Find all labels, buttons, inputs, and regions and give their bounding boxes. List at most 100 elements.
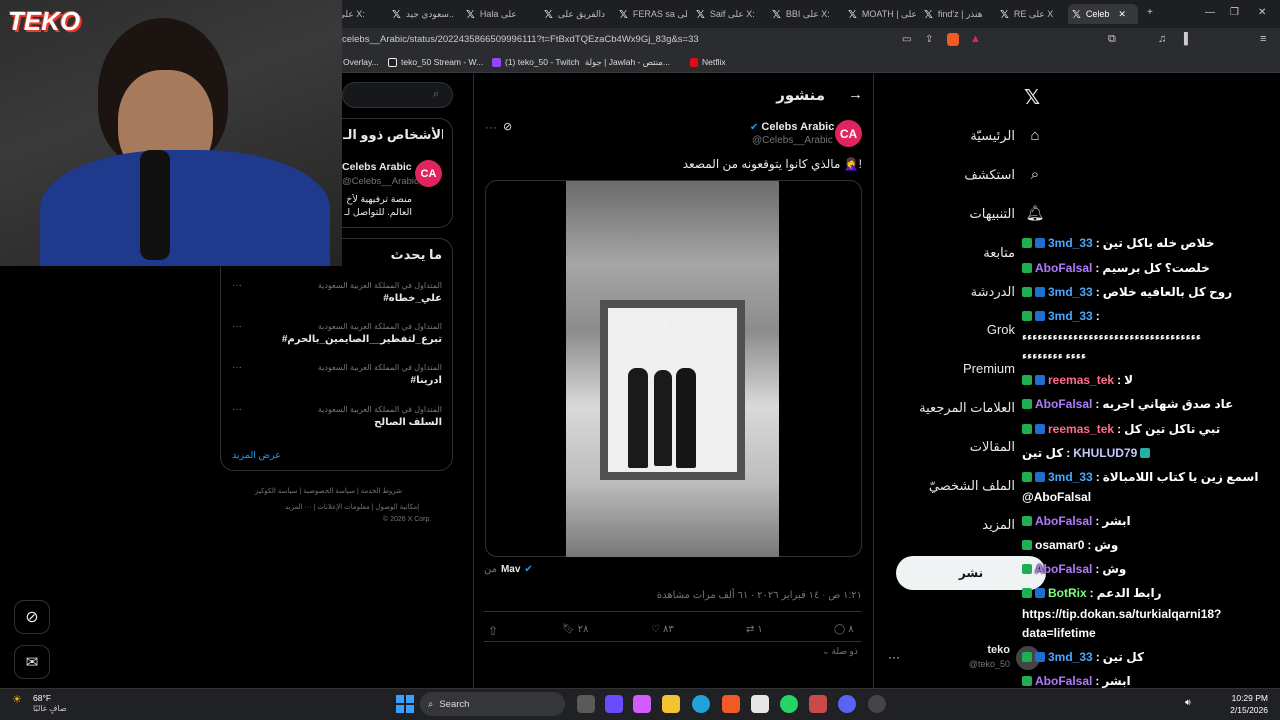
x-logo-icon[interactable]: 𝕏 xyxy=(1024,85,1040,110)
browser-tab[interactable]: 𝕏FERAS sa على xyxy=(615,4,687,24)
app-icon[interactable] xyxy=(605,695,623,713)
copilot-icon[interactable] xyxy=(633,695,651,713)
footer-links[interactable]: إمكانية الوصول | معلومات الإعلانات | ···… xyxy=(285,503,419,511)
trend-category: المتداول في المملكة العربية السعودية xyxy=(317,281,442,290)
trend-tag[interactable]: #ادرينا xyxy=(411,375,442,386)
whatsapp-icon[interactable] xyxy=(780,695,798,713)
footer-links[interactable]: شروط الخدمة | سياسة الخصوصية | سياسة الك… xyxy=(255,487,402,495)
author-handle[interactable]: @Celebs__Arabic xyxy=(752,135,833,146)
discord-icon[interactable] xyxy=(838,695,856,713)
bookmark-item[interactable]: Overlay... xyxy=(343,57,379,67)
person-bio: العالم. للتواصل لـ xyxy=(344,207,412,218)
share-icon[interactable]: ⇪ xyxy=(925,34,933,45)
repost-button[interactable]: ⇄ ١ xyxy=(746,624,763,635)
reply-button[interactable]: ◯ ٨ xyxy=(834,624,854,635)
bookmark-item[interactable]: teko_50 Stream - W... xyxy=(388,57,483,67)
start-icon[interactable] xyxy=(396,695,414,713)
extensions-icon[interactable]: ⧉ xyxy=(1108,33,1116,46)
grok-icon[interactable]: ⊘ xyxy=(503,120,512,133)
browser-tab[interactable]: 𝕏 BBI على X: xyxy=(768,4,834,24)
clock-time[interactable]: 10:29 PM xyxy=(1208,693,1268,703)
cast-icon[interactable]: ▭ xyxy=(902,34,911,45)
author-avatar[interactable]: CA xyxy=(835,120,862,147)
close-tab-icon[interactable]: ✕ xyxy=(1118,9,1126,20)
nav-item-notifications[interactable]: التنبيهات xyxy=(970,206,1015,222)
divider xyxy=(484,641,862,642)
show-more-link[interactable]: عرض المزيد xyxy=(232,450,281,461)
nav-item-articles[interactable]: المقالات xyxy=(970,439,1015,455)
share-icon[interactable]: ⇧ xyxy=(488,624,498,638)
trend-more-icon[interactable]: ··· xyxy=(232,404,242,415)
menu-icon[interactable]: ≡ xyxy=(1260,33,1266,45)
obs-icon[interactable] xyxy=(868,695,886,713)
brave-rewards-icon[interactable]: ▲ xyxy=(970,33,981,45)
nav-item-profile[interactable]: الملف الشخصيّ xyxy=(929,478,1015,494)
bookmark-item[interactable]: جولة | Jawlah - منتص... xyxy=(585,57,670,68)
bookmark-item[interactable]: Netflix xyxy=(690,57,726,67)
account-more-icon[interactable]: ··· xyxy=(888,650,900,664)
person-name[interactable]: Celebs Arabic xyxy=(342,161,412,173)
media-source[interactable]: من Mav ✔ xyxy=(484,564,533,575)
speaker-icon[interactable]: 🔊︎ xyxy=(1185,697,1191,708)
browser-tab[interactable]: 𝕏 RE على X xyxy=(996,4,1064,24)
minimize-icon[interactable]: — xyxy=(1205,7,1215,18)
nav-item-explore[interactable]: استكشف xyxy=(964,167,1015,183)
trend-tag[interactable]: #تبرع_لتفطير__الصايمين_بالحرم xyxy=(282,334,442,345)
x-logo-icon: 𝕏 xyxy=(1072,8,1081,21)
trend-more-icon[interactable]: ··· xyxy=(232,362,242,373)
chat-message: 3md_33: كل تين xyxy=(1022,650,1144,664)
chat-badge-icon xyxy=(1022,375,1032,385)
like-button[interactable]: ♡ ٨٣ xyxy=(651,624,674,635)
nav-item-chat[interactable]: الدردشة xyxy=(971,284,1015,300)
browser-tab-active[interactable]: 𝕏 Celeb ✕ xyxy=(1068,4,1138,24)
new-tab-icon[interactable]: + xyxy=(1147,7,1153,18)
messages-icon[interactable]: ✉ xyxy=(14,645,50,679)
relevant-dropdown[interactable]: ⌄ ذو صلة xyxy=(822,646,858,657)
column-divider xyxy=(473,74,474,688)
brave-shield-icon[interactable] xyxy=(947,33,959,46)
author-name-row[interactable]: ✔ Celebs Arabic xyxy=(750,121,834,133)
music-icon[interactable]: ♫ xyxy=(1158,33,1166,45)
taskbar-search[interactable]: ⌕ Search xyxy=(420,692,565,716)
weather-temp[interactable]: 68°F xyxy=(33,693,51,703)
grok-float-icon[interactable]: ⊘ xyxy=(14,600,50,634)
browser-tab[interactable]: 𝕏سعودي جيد... xyxy=(388,4,454,24)
nav-item-more[interactable]: المزيد xyxy=(982,517,1015,533)
store-icon[interactable] xyxy=(751,695,769,713)
chat-badge-icon xyxy=(1022,472,1032,482)
nav-item-bookmarks[interactable]: العلامات المرجعية xyxy=(919,400,1015,416)
edge-icon[interactable] xyxy=(692,695,710,713)
app-icon[interactable] xyxy=(809,695,827,713)
weather-icon[interactable]: ☀ xyxy=(12,693,22,706)
person-handle[interactable]: @Celebs__Arabic xyxy=(342,176,419,187)
chat-badge-icon xyxy=(1035,375,1045,385)
bookmark-button[interactable]: 🔖︎ ٢٨ xyxy=(562,624,588,635)
browser-tab[interactable]: 𝕏 Saif على X: xyxy=(692,4,758,24)
browser-tab[interactable]: 𝕏 Hala على xyxy=(462,4,530,24)
bookmark-item[interactable]: (1) teko_50 - Twitch xyxy=(492,57,580,67)
url-text[interactable]: celebs__Arabic/status/202243586650999611… xyxy=(342,34,699,45)
x-logo-icon: 𝕏 xyxy=(544,8,553,21)
browser-tab[interactable]: 𝕏 MOATH | على xyxy=(844,4,916,24)
nav-item-home[interactable]: الرئيسيّة xyxy=(970,128,1015,144)
maximize-icon[interactable]: ❐ xyxy=(1230,7,1239,18)
trend-more-icon[interactable]: ··· xyxy=(232,321,242,332)
browser-tab[interactable]: 𝕏find'z | هنذر xyxy=(920,4,990,24)
nav-item-follow[interactable]: متابعة xyxy=(983,245,1015,261)
nav-item-grok[interactable]: Grok xyxy=(987,322,1015,337)
file-explorer-icon[interactable] xyxy=(662,695,680,713)
task-view-icon[interactable] xyxy=(577,695,595,713)
trend-tag[interactable]: السلف الصالح xyxy=(374,417,442,428)
trend-tag[interactable]: #علي_خطاه xyxy=(383,293,442,304)
trend-more-icon[interactable]: ··· xyxy=(232,280,242,291)
brave-icon[interactable] xyxy=(722,695,740,713)
nav-item-premium[interactable]: Premium xyxy=(963,361,1015,376)
person-avatar[interactable]: CA xyxy=(415,160,442,187)
sidebar-icon[interactable]: ▐ xyxy=(1180,33,1188,45)
back-arrow-icon[interactable]: → xyxy=(848,86,863,103)
clock-date[interactable]: 2/15/2026 xyxy=(1208,705,1268,715)
close-window-icon[interactable]: ✕ xyxy=(1258,7,1266,18)
browser-tab[interactable]: 𝕏 دالفريق على xyxy=(540,4,606,24)
post-more-icon[interactable]: ··· xyxy=(485,120,497,134)
chevron-down-icon: ⌄ xyxy=(822,646,830,656)
